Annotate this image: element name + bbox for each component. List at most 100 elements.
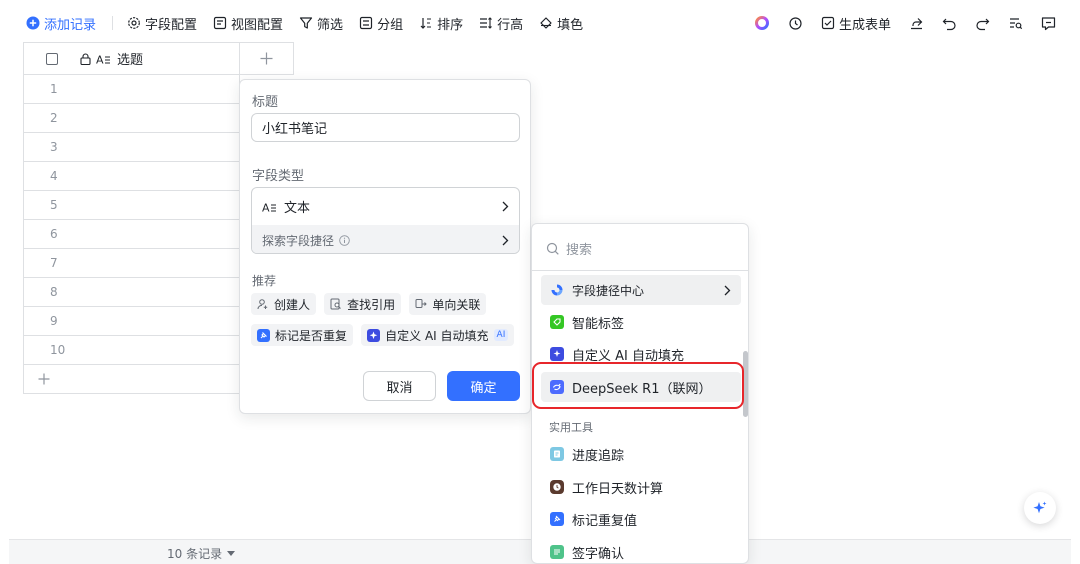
filter-button[interactable]: 筛选: [299, 14, 343, 33]
title-label: 标题: [252, 95, 279, 110]
svg-text:A: A: [96, 53, 104, 65]
ai-sparkle-icon: [367, 328, 381, 342]
select-all-checkbox[interactable]: [46, 52, 58, 65]
comment-icon[interactable]: [1041, 16, 1056, 31]
dropdown-item-workday-calc[interactable]: 工作日天数计算: [541, 472, 741, 502]
mark-duplicates-label: 标记重复值: [572, 513, 638, 529]
table-row[interactable]: 3: [24, 133, 239, 162]
sort-button[interactable]: 排序: [419, 14, 463, 33]
redo-icon[interactable]: [975, 16, 990, 31]
clock-icon: [550, 480, 564, 494]
table-row[interactable]: 10: [24, 336, 239, 365]
sort-label: 排序: [437, 17, 464, 33]
section-tools-label: 实用工具: [549, 421, 593, 434]
table-row[interactable]: 5: [24, 191, 239, 220]
chevron-right-icon: [502, 235, 509, 246]
data-grid: A 选题 1 2 3 4 5 6 7 8 9 10: [23, 42, 240, 394]
ai-sparkle-icon: [550, 347, 564, 361]
dropdown-divider: [532, 270, 748, 271]
fill-color-label: 填色: [557, 17, 584, 33]
table-row[interactable]: 4: [24, 162, 239, 191]
chip-lookup[interactable]: 查找引用: [324, 293, 402, 315]
row-number: 10: [50, 343, 66, 357]
dropdown-item-mark-duplicates[interactable]: 标记重复值: [541, 504, 741, 534]
row-height-label: 行高: [497, 17, 524, 33]
automation-icon[interactable]: [788, 16, 803, 31]
filter-icon: [299, 16, 313, 30]
add-record-button[interactable]: 添加记录: [26, 14, 96, 33]
chip-one-way-link[interactable]: 单向关联: [409, 293, 487, 315]
fill-color-button[interactable]: 填色: [539, 14, 583, 33]
undo-icon[interactable]: [942, 16, 957, 31]
lock-icon: [80, 52, 91, 65]
title-input[interactable]: 小红书笔记: [251, 113, 520, 142]
clipboard-icon: [550, 447, 564, 461]
table-row[interactable]: 7: [24, 249, 239, 278]
text-field-icon: A: [96, 53, 112, 65]
table-row[interactable]: 1: [24, 75, 239, 104]
row-number: 6: [50, 227, 58, 241]
shortcut-center-item[interactable]: 字段捷径中心: [541, 275, 741, 305]
search-icon: [546, 242, 560, 256]
toolbar-right: 生成表单: [754, 0, 1056, 46]
toolbar-divider: [112, 16, 114, 30]
row-number: 3: [50, 140, 58, 154]
table-row[interactable]: 8: [24, 278, 239, 307]
add-row-button[interactable]: [24, 365, 239, 394]
row-number: 4: [50, 169, 58, 183]
chip-mark-duplicate[interactable]: 标记是否重复: [251, 324, 354, 346]
generate-form-button[interactable]: 生成表单: [821, 14, 891, 33]
title-input-value: 小红书笔记: [262, 122, 328, 137]
table-row[interactable]: 2: [24, 104, 239, 133]
confirm-button[interactable]: 确定: [447, 371, 520, 401]
ai-badge: AI: [493, 329, 509, 341]
field-type-label: 字段类型: [252, 169, 305, 184]
view-config-button[interactable]: 视图配置: [213, 14, 283, 33]
dropdown-item-progress-tracking[interactable]: 进度追踪: [541, 439, 741, 469]
ai-assistant-button[interactable]: [1024, 492, 1056, 524]
explore-shortcut-label: 探索字段捷径: [262, 233, 335, 248]
pin-icon: [257, 328, 270, 342]
search-placeholder: 搜索: [566, 243, 593, 258]
dropdown-item-smart-tag[interactable]: 智能标签: [541, 307, 741, 337]
dropdown-item-signature[interactable]: 签字确认: [541, 537, 741, 563]
recommend-chips-row-2: 标记是否重复 自定义 AI 自动填充 AI: [251, 324, 518, 346]
text-field-icon: A: [262, 201, 278, 213]
share-icon[interactable]: [909, 16, 924, 31]
cancel-button[interactable]: 取消: [363, 371, 436, 401]
table-row[interactable]: 6: [24, 220, 239, 249]
field-config-button[interactable]: 字段配置: [127, 14, 197, 33]
record-count[interactable]: 10 条记录: [167, 545, 236, 562]
smart-tag-label: 智能标签: [572, 316, 625, 332]
svg-text:A: A: [262, 201, 270, 213]
group-button[interactable]: 分组: [359, 14, 403, 33]
tag-icon: [550, 315, 564, 329]
paint-bucket-icon: [539, 16, 553, 30]
column-header-topic[interactable]: A 选题: [80, 49, 143, 68]
sort-icon: [419, 16, 433, 30]
ai-ring-icon[interactable]: [754, 15, 770, 31]
row-height-button[interactable]: 行高: [479, 14, 523, 33]
group-icon: [359, 16, 373, 30]
chip-creator-label: 创建人: [274, 297, 311, 312]
shortcut-center-label: 字段捷径中心: [572, 283, 645, 298]
highlight-box: [532, 362, 744, 409]
field-type-value: 文本: [284, 201, 311, 216]
search-list-icon[interactable]: [1008, 16, 1023, 31]
chevron-right-icon: [502, 201, 509, 212]
row-number: 2: [50, 111, 58, 125]
explore-shortcut-row[interactable]: 探索字段捷径: [252, 225, 519, 253]
field-config-panel: 标题 小红书笔记 字段类型 A 文本 探索字段捷径 推荐 创建人 查找引用 单向…: [239, 79, 531, 414]
field-type-select[interactable]: A 文本: [252, 188, 519, 225]
chevron-right-icon: [724, 285, 731, 296]
chip-custom-ai-fill[interactable]: 自定义 AI 自动填充 AI: [361, 324, 515, 346]
pin-icon: [550, 512, 564, 526]
table-row[interactable]: 9: [24, 307, 239, 336]
plus-icon: [38, 373, 50, 385]
chip-creator[interactable]: 创建人: [251, 293, 317, 315]
shortcut-center-icon: [550, 283, 564, 297]
plus-circle-icon: [26, 16, 40, 30]
dropdown-search[interactable]: 搜索: [546, 239, 592, 258]
add-column-button[interactable]: [240, 42, 294, 75]
recommend-label: 推荐: [252, 274, 277, 288]
